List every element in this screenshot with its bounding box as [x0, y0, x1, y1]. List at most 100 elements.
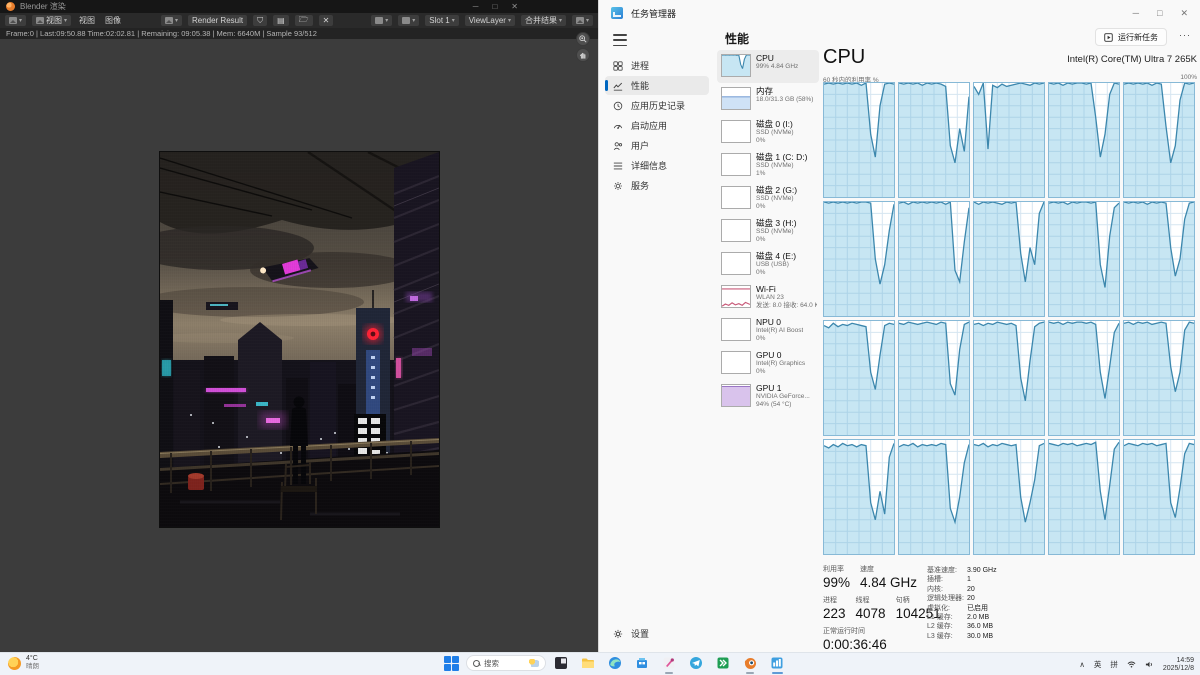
perf-list-item-disk3[interactable]: 磁盘 3 (H:)SSD (NVMe)0% — [717, 215, 819, 248]
image-browse-icon — [165, 17, 173, 24]
taskmgr-titlebar[interactable]: 任务管理器 ─ □ ✕ — [599, 0, 1200, 26]
perf-list-item-disk1[interactable]: 磁盘 1 (C: D:)SSD (NVMe)1% — [717, 149, 819, 182]
taskbar-app-office-green[interactable] — [715, 655, 731, 671]
weather-widget[interactable]: 4°C 晴朗 — [8, 655, 39, 671]
core-graph-1[interactable] — [898, 82, 970, 198]
display-channels-dropdown[interactable]: ▾ — [572, 15, 593, 26]
view-menu[interactable]: 视图 — [77, 15, 97, 26]
core-graph-5[interactable] — [823, 201, 895, 317]
performance-icon — [613, 81, 623, 91]
clock[interactable]: 14:59 2025/12/8 — [1163, 657, 1194, 673]
menu-toggle-button[interactable] — [613, 34, 627, 46]
blender-titlebar[interactable]: Blender 渲染 ─ □ ✕ — [0, 0, 598, 13]
ime-mode-indicator[interactable]: 拼 — [1110, 659, 1118, 670]
core-graph-4[interactable] — [1123, 82, 1195, 198]
taskbar-app-edge[interactable] — [607, 655, 623, 671]
core-graph-13[interactable] — [1048, 320, 1120, 436]
perf-list-item-cpu[interactable]: CPU99% 4.84 GHz — [717, 50, 819, 83]
search-box[interactable]: 搜索 — [466, 655, 546, 671]
core-graph-2[interactable] — [973, 82, 1045, 198]
core-graph-9[interactable] — [1123, 201, 1195, 317]
perf-list-item-memory[interactable]: 内存18.0/31.3 GB (58%) — [717, 83, 819, 116]
render-pass-dropdown[interactable]: 合并结果▾ — [521, 15, 566, 26]
ime-language-indicator[interactable]: 英 — [1094, 659, 1102, 670]
sidebar-item-startup-apps[interactable]: 启动应用 — [605, 116, 709, 135]
sidebar-item-app-history[interactable]: 应用历史记录 — [605, 96, 709, 115]
taskmgr-sidebar-items: 进程性能应用历史记录启动应用用户详细信息服务 — [605, 56, 709, 195]
view-menu-dropdown[interactable]: 视图▾ — [32, 15, 71, 26]
core-graph-3[interactable] — [1048, 82, 1120, 198]
perf-list-item-npu0[interactable]: NPU 0Intel(R) AI Boost0% — [717, 314, 819, 347]
core-graph-14[interactable] — [1123, 320, 1195, 436]
core-graph-8[interactable] — [1048, 201, 1120, 317]
sidebar-item-settings[interactable]: 设置 — [605, 624, 709, 643]
start-button[interactable] — [443, 655, 459, 671]
viewlayer-dropdown[interactable]: ViewLayer▾ — [465, 15, 515, 26]
editor-type-dropdown[interactable]: ▾ — [5, 15, 26, 26]
taskbar-app-telegram[interactable] — [688, 655, 704, 671]
core-graph-16[interactable] — [898, 439, 970, 555]
perf-list-item-disk0[interactable]: 磁盘 0 (I:)SSD (NVMe)0% — [717, 116, 819, 149]
core-graph-15[interactable] — [823, 439, 895, 555]
tray-chevron-icon[interactable]: ∧ — [1079, 660, 1085, 669]
taskbar-app-design-tool[interactable] — [661, 655, 677, 671]
new-image-button[interactable]: ▤ — [273, 15, 289, 26]
services-icon — [613, 181, 623, 191]
core-graph-18[interactable] — [1048, 439, 1120, 555]
perf-list-item-disk2[interactable]: 磁盘 2 (G:)SSD (NVMe)0% — [717, 182, 819, 215]
perf-list-item-disk4[interactable]: 磁盘 4 (E:)USB (USB)0% — [717, 248, 819, 281]
fake-user-shield-icon[interactable]: ⛉ — [253, 15, 267, 26]
taskmgr-minimize-button[interactable]: ─ — [1133, 8, 1139, 19]
detail-row-2: 内核:20 — [927, 585, 1077, 594]
perf-list-item-gpu1[interactable]: GPU 1NVIDIA GeForce...94% (54 °C) — [717, 380, 819, 413]
sidebar-item-services[interactable]: 服务 — [605, 176, 709, 195]
pan-tool-button[interactable] — [576, 48, 590, 62]
detail-row-7: L3 缓存:30.0 MB — [927, 632, 1077, 641]
taskbar-app-file-explorer[interactable] — [580, 655, 596, 671]
core-graph-6[interactable] — [898, 201, 970, 317]
core-graph-11[interactable] — [898, 320, 970, 436]
scene-icon-dropdown[interactable]: ▾ — [398, 15, 419, 26]
perf-list-item-wifi[interactable]: Wi-FiWLAN 23发送: 8.0 接收: 64.0 K — [717, 281, 819, 314]
taskmgr-maximize-button[interactable]: □ — [1157, 8, 1162, 19]
browse-image-dropdown[interactable]: ▾ — [161, 15, 182, 26]
detail-row-1: 插槽:1 — [927, 575, 1077, 584]
open-image-button[interactable]: 🗁 — [295, 15, 313, 26]
slot-dropdown[interactable]: Slot 1▾ — [425, 15, 458, 26]
image-editor-icon — [9, 17, 17, 24]
taskbar-app-microsoft-store[interactable] — [634, 655, 650, 671]
sidebar-item-processes[interactable]: 进程 — [605, 56, 709, 75]
core-graph-19[interactable] — [1123, 439, 1195, 555]
channels-icon — [576, 17, 584, 24]
blender-minimize-button[interactable]: ─ — [473, 0, 479, 13]
taskbar-app-dark-app[interactable] — [553, 655, 569, 671]
speaker-icon[interactable] — [1145, 660, 1154, 669]
render-slot-icon-dropdown[interactable]: ▾ — [371, 15, 392, 26]
core-graph-10[interactable] — [823, 320, 895, 436]
sun-icon — [8, 657, 21, 670]
wifi-icon[interactable] — [1127, 660, 1136, 669]
blender-maximize-button[interactable]: □ — [492, 0, 497, 13]
core-graph-0[interactable] — [823, 82, 895, 198]
stat-5: 正常运行时间0:00:36:46 — [823, 626, 887, 652]
gear-icon — [613, 629, 623, 639]
sidebar-item-performance[interactable]: 性能 — [605, 76, 709, 95]
core-graph-12[interactable] — [973, 320, 1045, 436]
memory-thumbnail-graph — [721, 87, 751, 110]
image-name-field[interactable]: Render Result — [188, 15, 247, 26]
taskbar-app-task-manager[interactable] — [769, 655, 785, 671]
zoom-tool-button[interactable] — [576, 32, 590, 46]
logical-processor-grid[interactable] — [823, 82, 1195, 555]
taskmgr-close-button[interactable]: ✕ — [1180, 8, 1188, 19]
render-viewport[interactable] — [0, 39, 598, 652]
blender-close-button[interactable]: ✕ — [511, 0, 518, 13]
unlink-image-button[interactable]: ✕ — [319, 15, 334, 26]
image-menu[interactable]: 图像 — [103, 15, 123, 26]
page-title: 性能 — [725, 30, 749, 47]
taskbar-app-blender[interactable] — [742, 655, 758, 671]
sidebar-item-details[interactable]: 详细信息 — [605, 156, 709, 175]
core-graph-7[interactable] — [973, 201, 1045, 317]
sidebar-item-users[interactable]: 用户 — [605, 136, 709, 155]
core-graph-17[interactable] — [973, 439, 1045, 555]
perf-list-item-gpu0[interactable]: GPU 0Intel(R) Graphics0% — [717, 347, 819, 380]
